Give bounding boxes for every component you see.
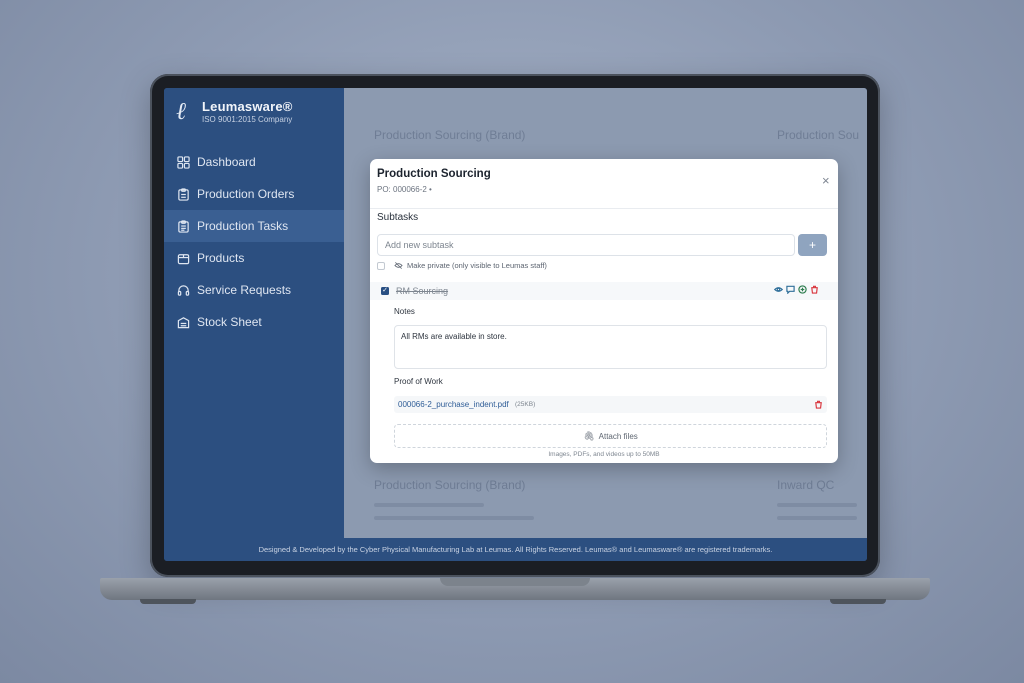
subtask-checkbox[interactable]: ✓	[381, 287, 389, 295]
brand-subtitle: ISO 9001:2015 Company	[202, 114, 293, 124]
attachment-size: (25KB)	[515, 401, 536, 408]
sidebar-item-stock-sheet[interactable]: Stock Sheet	[164, 306, 344, 338]
eye-off-icon	[394, 262, 403, 269]
box-icon	[176, 251, 190, 265]
background-text-line	[374, 516, 534, 520]
clipboard-list-icon	[176, 219, 190, 233]
divider	[370, 208, 838, 209]
proof-of-work-label: Proof of Work	[394, 377, 443, 386]
brand-name: Leumasware®	[202, 98, 293, 114]
laptop-notch	[440, 578, 590, 586]
modal-title: Production Sourcing	[377, 168, 491, 180]
background-card-title: Production Sourcing (Brand)	[374, 128, 526, 142]
sidebar-item-label: Production Orders	[197, 187, 295, 201]
sidebar-item-dashboard[interactable]: Dashboard	[164, 146, 344, 178]
attach-hint: Images, PDFs, and videos up to 50MB	[548, 451, 660, 458]
attach-files-label: Attach files	[598, 431, 638, 441]
sidebar-nav: Dashboard Production Orders Production T…	[164, 146, 344, 338]
sidebar-item-label: Products	[197, 251, 245, 265]
make-private-checkbox[interactable]	[377, 261, 385, 270]
sidebar-item-label: Service Requests	[197, 283, 292, 297]
add-subtask-button[interactable]: +	[798, 234, 827, 256]
sidebar: ℓ Leumasware® ISO 9001:2015 Company Dash…	[164, 88, 344, 538]
notes-label: Notes	[394, 307, 415, 316]
background-text-line	[374, 503, 484, 507]
make-private-row[interactable]: Make private (only visible to Leumas sta…	[377, 261, 547, 270]
attach-files-dropzone[interactable]: 🖇 Attach files	[394, 424, 827, 448]
laptop-foot	[830, 599, 886, 604]
paperclip-icon: 🖇	[583, 430, 595, 441]
brand-logo-icon: ℓ	[176, 97, 186, 125]
sidebar-item-label: Production Tasks	[197, 219, 289, 233]
background-card-title: Production Sou	[777, 128, 860, 142]
attachment-link[interactable]: 000066-2_purchase_indent.pdf	[398, 400, 509, 409]
trash-icon[interactable]	[810, 285, 819, 294]
footer: Designed & Developed by the Cyber Physic…	[164, 538, 867, 561]
stock-icon	[176, 315, 190, 329]
background-card-title: Inward QC	[777, 478, 835, 492]
subtasks-modal: Production Sourcing PO: 000066-2 • × Sub…	[370, 159, 838, 463]
sidebar-item-production-tasks[interactable]: Production Tasks	[164, 210, 344, 242]
sidebar-item-products[interactable]: Products	[164, 242, 344, 274]
subtask-name[interactable]: RM Sourcing	[396, 286, 448, 296]
brand[interactable]: ℓ Leumasware® ISO 9001:2015 Company	[176, 98, 293, 124]
subtasks-heading: Subtasks	[377, 212, 419, 223]
subtask-actions	[774, 285, 819, 294]
headset-icon	[176, 283, 190, 297]
sidebar-item-production-orders[interactable]: Production Orders	[164, 178, 344, 210]
sidebar-item-service-requests[interactable]: Service Requests	[164, 274, 344, 306]
make-private-label: Make private (only visible to Leumas sta…	[407, 261, 547, 270]
grid-icon	[176, 155, 190, 169]
trash-icon[interactable]	[814, 400, 823, 409]
background-card-title: Production Sourcing (Brand)	[374, 478, 526, 492]
close-icon[interactable]: ×	[822, 174, 830, 187]
sidebar-item-label: Stock Sheet	[197, 315, 262, 329]
laptop-foot	[140, 599, 196, 604]
comment-icon[interactable]	[786, 285, 795, 294]
sidebar-item-label: Dashboard	[197, 155, 256, 169]
clipboard-icon	[176, 187, 190, 201]
eye-icon[interactable]	[774, 285, 783, 294]
subtask-input[interactable]	[377, 234, 795, 256]
background-text-line	[777, 516, 857, 520]
modal-subtitle: PO: 000066-2 •	[377, 185, 432, 194]
background-text-line	[777, 503, 857, 507]
add-circle-icon[interactable]	[798, 285, 807, 294]
notes-textarea[interactable]: All RMs are available in store.	[394, 325, 827, 369]
